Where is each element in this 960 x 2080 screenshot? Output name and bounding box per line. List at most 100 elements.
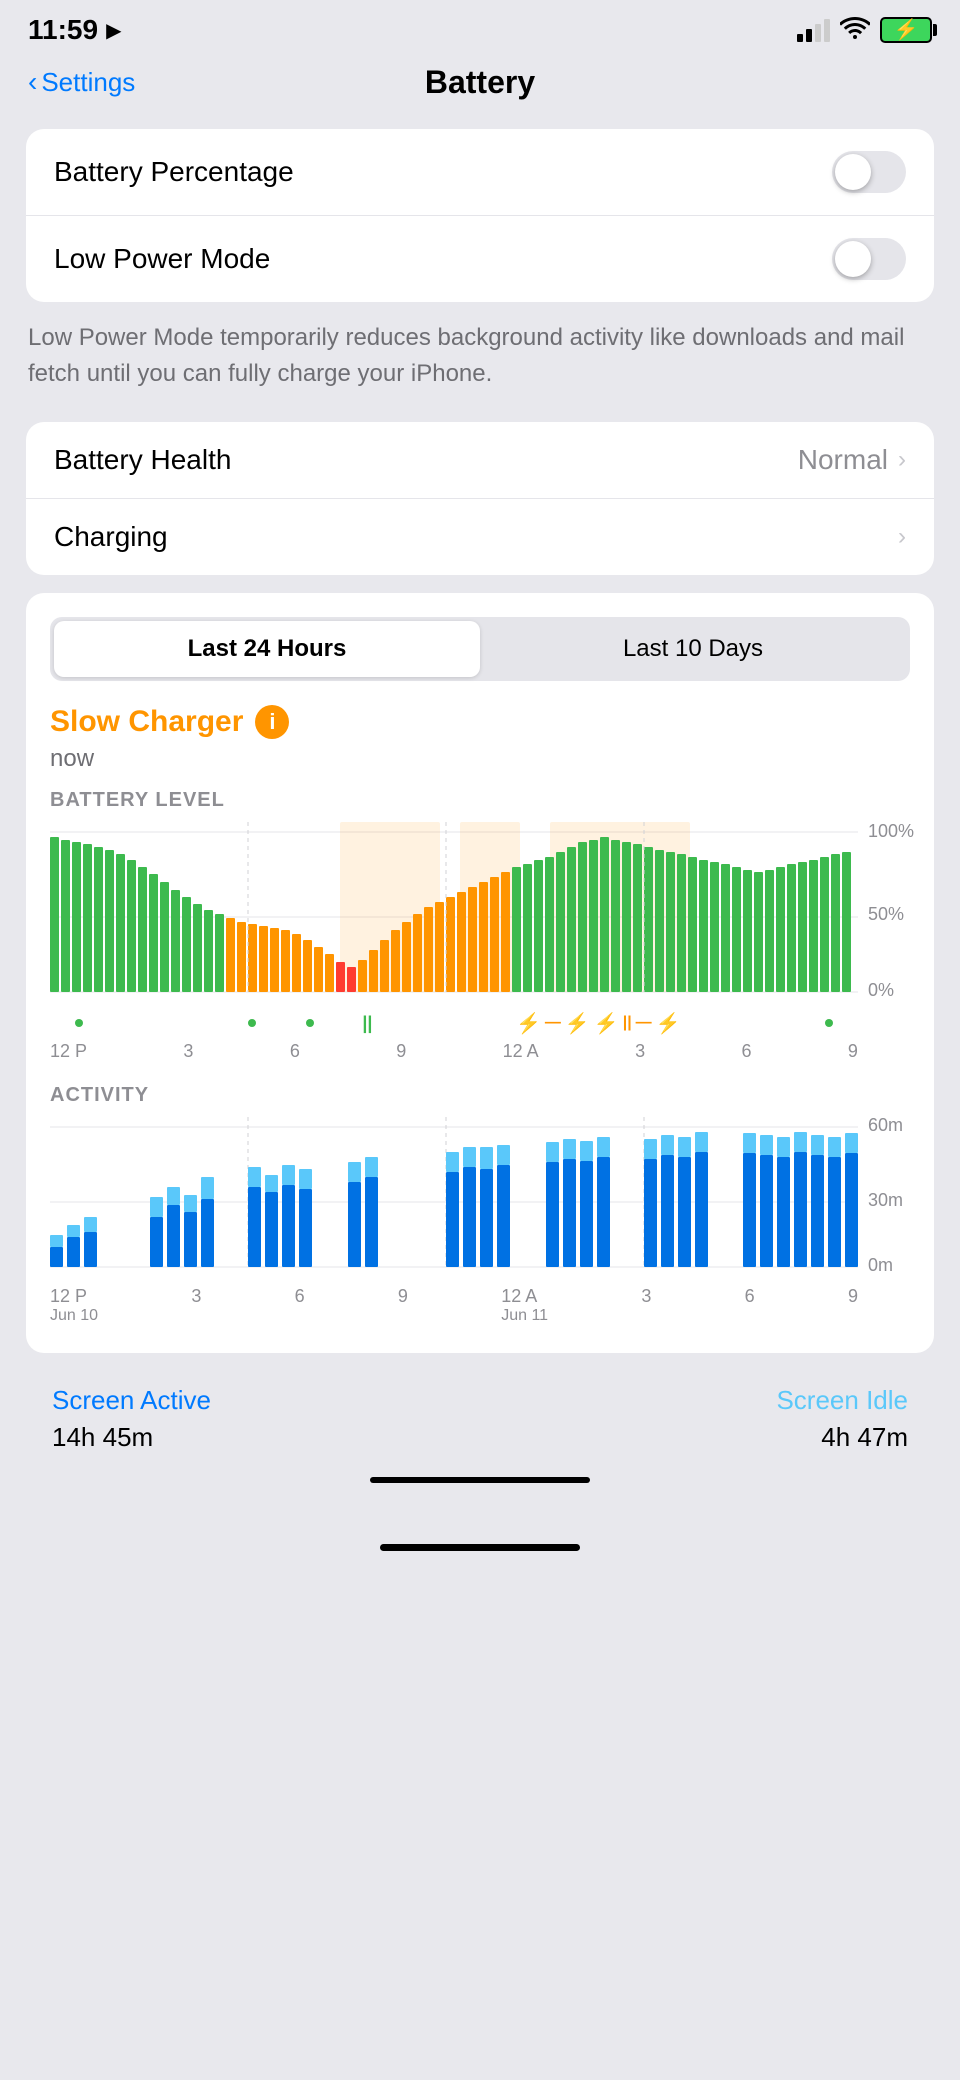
x-bottom-jun11: Jun 11 <box>501 1307 548 1325</box>
x-label-6b: 6 <box>741 1041 751 1062</box>
slow-charger-time: now <box>50 745 910 773</box>
toggles-card: Battery Percentage Low Power Mode <box>26 129 934 302</box>
tab-last-10-days[interactable]: Last 10 Days <box>480 621 906 677</box>
screen-active-value: 14h 45m <box>52 1422 211 1453</box>
bolt-icon-1: ⚡ <box>516 1011 541 1036</box>
bolt-icon-3: ⚡ <box>594 1011 619 1036</box>
status-time: 11:59 <box>28 14 98 46</box>
signal-bar-1 <box>797 34 803 42</box>
x-label-3: 3 <box>183 1041 193 1062</box>
low-power-mode-row: Low Power Mode <box>26 216 934 302</box>
x-3b: 3 <box>641 1286 651 1325</box>
charging-chevron-icon: › <box>898 523 906 551</box>
x-bottom-jun10: Jun 10 <box>50 1307 98 1325</box>
x-label-12p: 12 P <box>50 1041 87 1062</box>
battery-chart-wrapper: 100% 50% 0% || ⚡ <box>50 822 910 1062</box>
svg-text:100%: 100% <box>868 821 914 841</box>
home-indicator <box>380 1544 580 1551</box>
x-group-12p: 12 P Jun 10 <box>50 1286 98 1325</box>
charge-indicator-2 <box>223 1019 281 1027</box>
home-indicator-area <box>0 1503 960 1563</box>
charge-dot-green-2 <box>248 1019 256 1027</box>
charge-dot-green-3 <box>306 1019 314 1027</box>
battery-icon: ⚡ <box>880 17 932 43</box>
battery-health-label: Battery Health <box>54 444 231 476</box>
battery-level-label: BATTERY LEVEL <box>50 789 910 812</box>
charging-row[interactable]: Charging › <box>26 499 934 575</box>
toggle-knob <box>835 154 871 190</box>
screen-active-label: Screen Active <box>52 1385 211 1416</box>
back-chevron-icon: ‹ <box>28 68 37 96</box>
status-bar: 11:59 ▶ ⚡ <box>0 0 960 54</box>
screen-idle: Screen Idle 4h 47m <box>776 1385 908 1453</box>
svg-text:50%: 50% <box>868 904 904 924</box>
back-label: Settings <box>41 67 135 98</box>
health-card: Battery Health Normal › Charging › <box>26 422 934 575</box>
status-icons: ⚡ <box>797 15 932 45</box>
back-button[interactable]: ‹ Settings <box>28 67 135 98</box>
x-group-12a: 12 A Jun 11 <box>501 1286 548 1325</box>
page-title: Battery <box>425 64 535 101</box>
x-label-12a: 12 A <box>503 1041 539 1062</box>
battery-health-value-row: Normal › <box>798 444 906 476</box>
charging-indicator-row: || ⚡ — ⚡ ⚡ || — ⚡ <box>50 1009 910 1037</box>
svg-text:30m: 30m <box>868 1190 903 1210</box>
x-label-3b: 3 <box>635 1041 645 1062</box>
battery-percentage-label: Battery Percentage <box>54 156 294 188</box>
slow-charger-row: Slow Charger i <box>50 705 910 739</box>
wifi-icon <box>840 15 870 45</box>
x-9b: 9 <box>848 1286 858 1325</box>
charging-label: Charging <box>54 521 168 553</box>
screen-idle-value: 4h 47m <box>776 1422 908 1453</box>
x-label-9b: 9 <box>848 1041 858 1062</box>
x-top-12p: 12 P <box>50 1286 98 1307</box>
svg-text:0%: 0% <box>868 980 894 1000</box>
signal-bars <box>797 19 830 42</box>
battery-health-value: Normal <box>798 444 888 476</box>
battery-x-labels: 12 P 3 6 9 12 A 3 6 9 <box>50 1041 910 1062</box>
charge-indicator <box>50 1019 108 1027</box>
svg-text:0m: 0m <box>868 1255 893 1275</box>
charge-bolt-group: ⚡ — ⚡ ⚡ || — ⚡ <box>512 1011 685 1036</box>
pause-icon-1: — <box>545 1014 561 1032</box>
battery-health-row[interactable]: Battery Health Normal › <box>26 422 934 499</box>
battery-percentage-toggle[interactable] <box>832 151 906 193</box>
x-label-9: 9 <box>396 1041 406 1062</box>
screen-usage-section: Screen Active 14h 45m Screen Idle 4h 47m <box>0 1361 960 1461</box>
pause-icon-2: || <box>623 1014 632 1032</box>
battery-bolt-icon: ⚡ <box>894 20 919 40</box>
usage-card: Last 24 Hours Last 10 Days Slow Charger … <box>26 593 934 1353</box>
period-tabs: Last 24 Hours Last 10 Days <box>50 617 910 681</box>
charge-indicator-bar: || <box>339 1013 397 1034</box>
low-power-mode-label: Low Power Mode <box>54 243 270 275</box>
battery-health-chevron-icon: › <box>898 446 906 474</box>
x-6b: 6 <box>745 1286 755 1325</box>
charge-dot-end <box>825 1019 833 1027</box>
battery-level-chart: 100% 50% 0% <box>50 822 910 1002</box>
slow-charger-label: Slow Charger <box>50 705 243 739</box>
toggle-knob-2 <box>835 241 871 277</box>
slow-charger-info-badge[interactable]: i <box>255 705 289 739</box>
bolt-icon-4: ⚡ <box>656 1011 681 1036</box>
x-9: 9 <box>398 1286 408 1325</box>
charge-indicator-end <box>800 1019 858 1027</box>
battery-percentage-row: Battery Percentage <box>26 129 934 216</box>
low-power-mode-toggle[interactable] <box>832 238 906 280</box>
activity-chart: 60m 30m 0m <box>50 1117 910 1277</box>
charge-pause-green: || <box>362 1013 372 1034</box>
svg-text:60m: 60m <box>868 1115 903 1135</box>
signal-bar-4 <box>824 19 830 42</box>
x-6: 6 <box>295 1286 305 1325</box>
charge-indicator-3 <box>281 1019 339 1027</box>
charge-dot-green <box>75 1019 83 1027</box>
screen-active: Screen Active 14h 45m <box>52 1385 211 1453</box>
tab-last-24-hours[interactable]: Last 24 Hours <box>54 621 480 677</box>
bolt-icon-2: ⚡ <box>565 1011 590 1036</box>
x-3: 3 <box>191 1286 201 1325</box>
screen-idle-label: Screen Idle <box>776 1385 908 1416</box>
activity-section: ACTIVITY <box>50 1084 910 1325</box>
nav-bar: ‹ Settings Battery <box>0 54 960 119</box>
location-icon: ▶ <box>106 18 121 43</box>
low-power-description: Low Power Mode temporarily reduces backg… <box>0 310 960 412</box>
activity-label: ACTIVITY <box>50 1084 910 1107</box>
